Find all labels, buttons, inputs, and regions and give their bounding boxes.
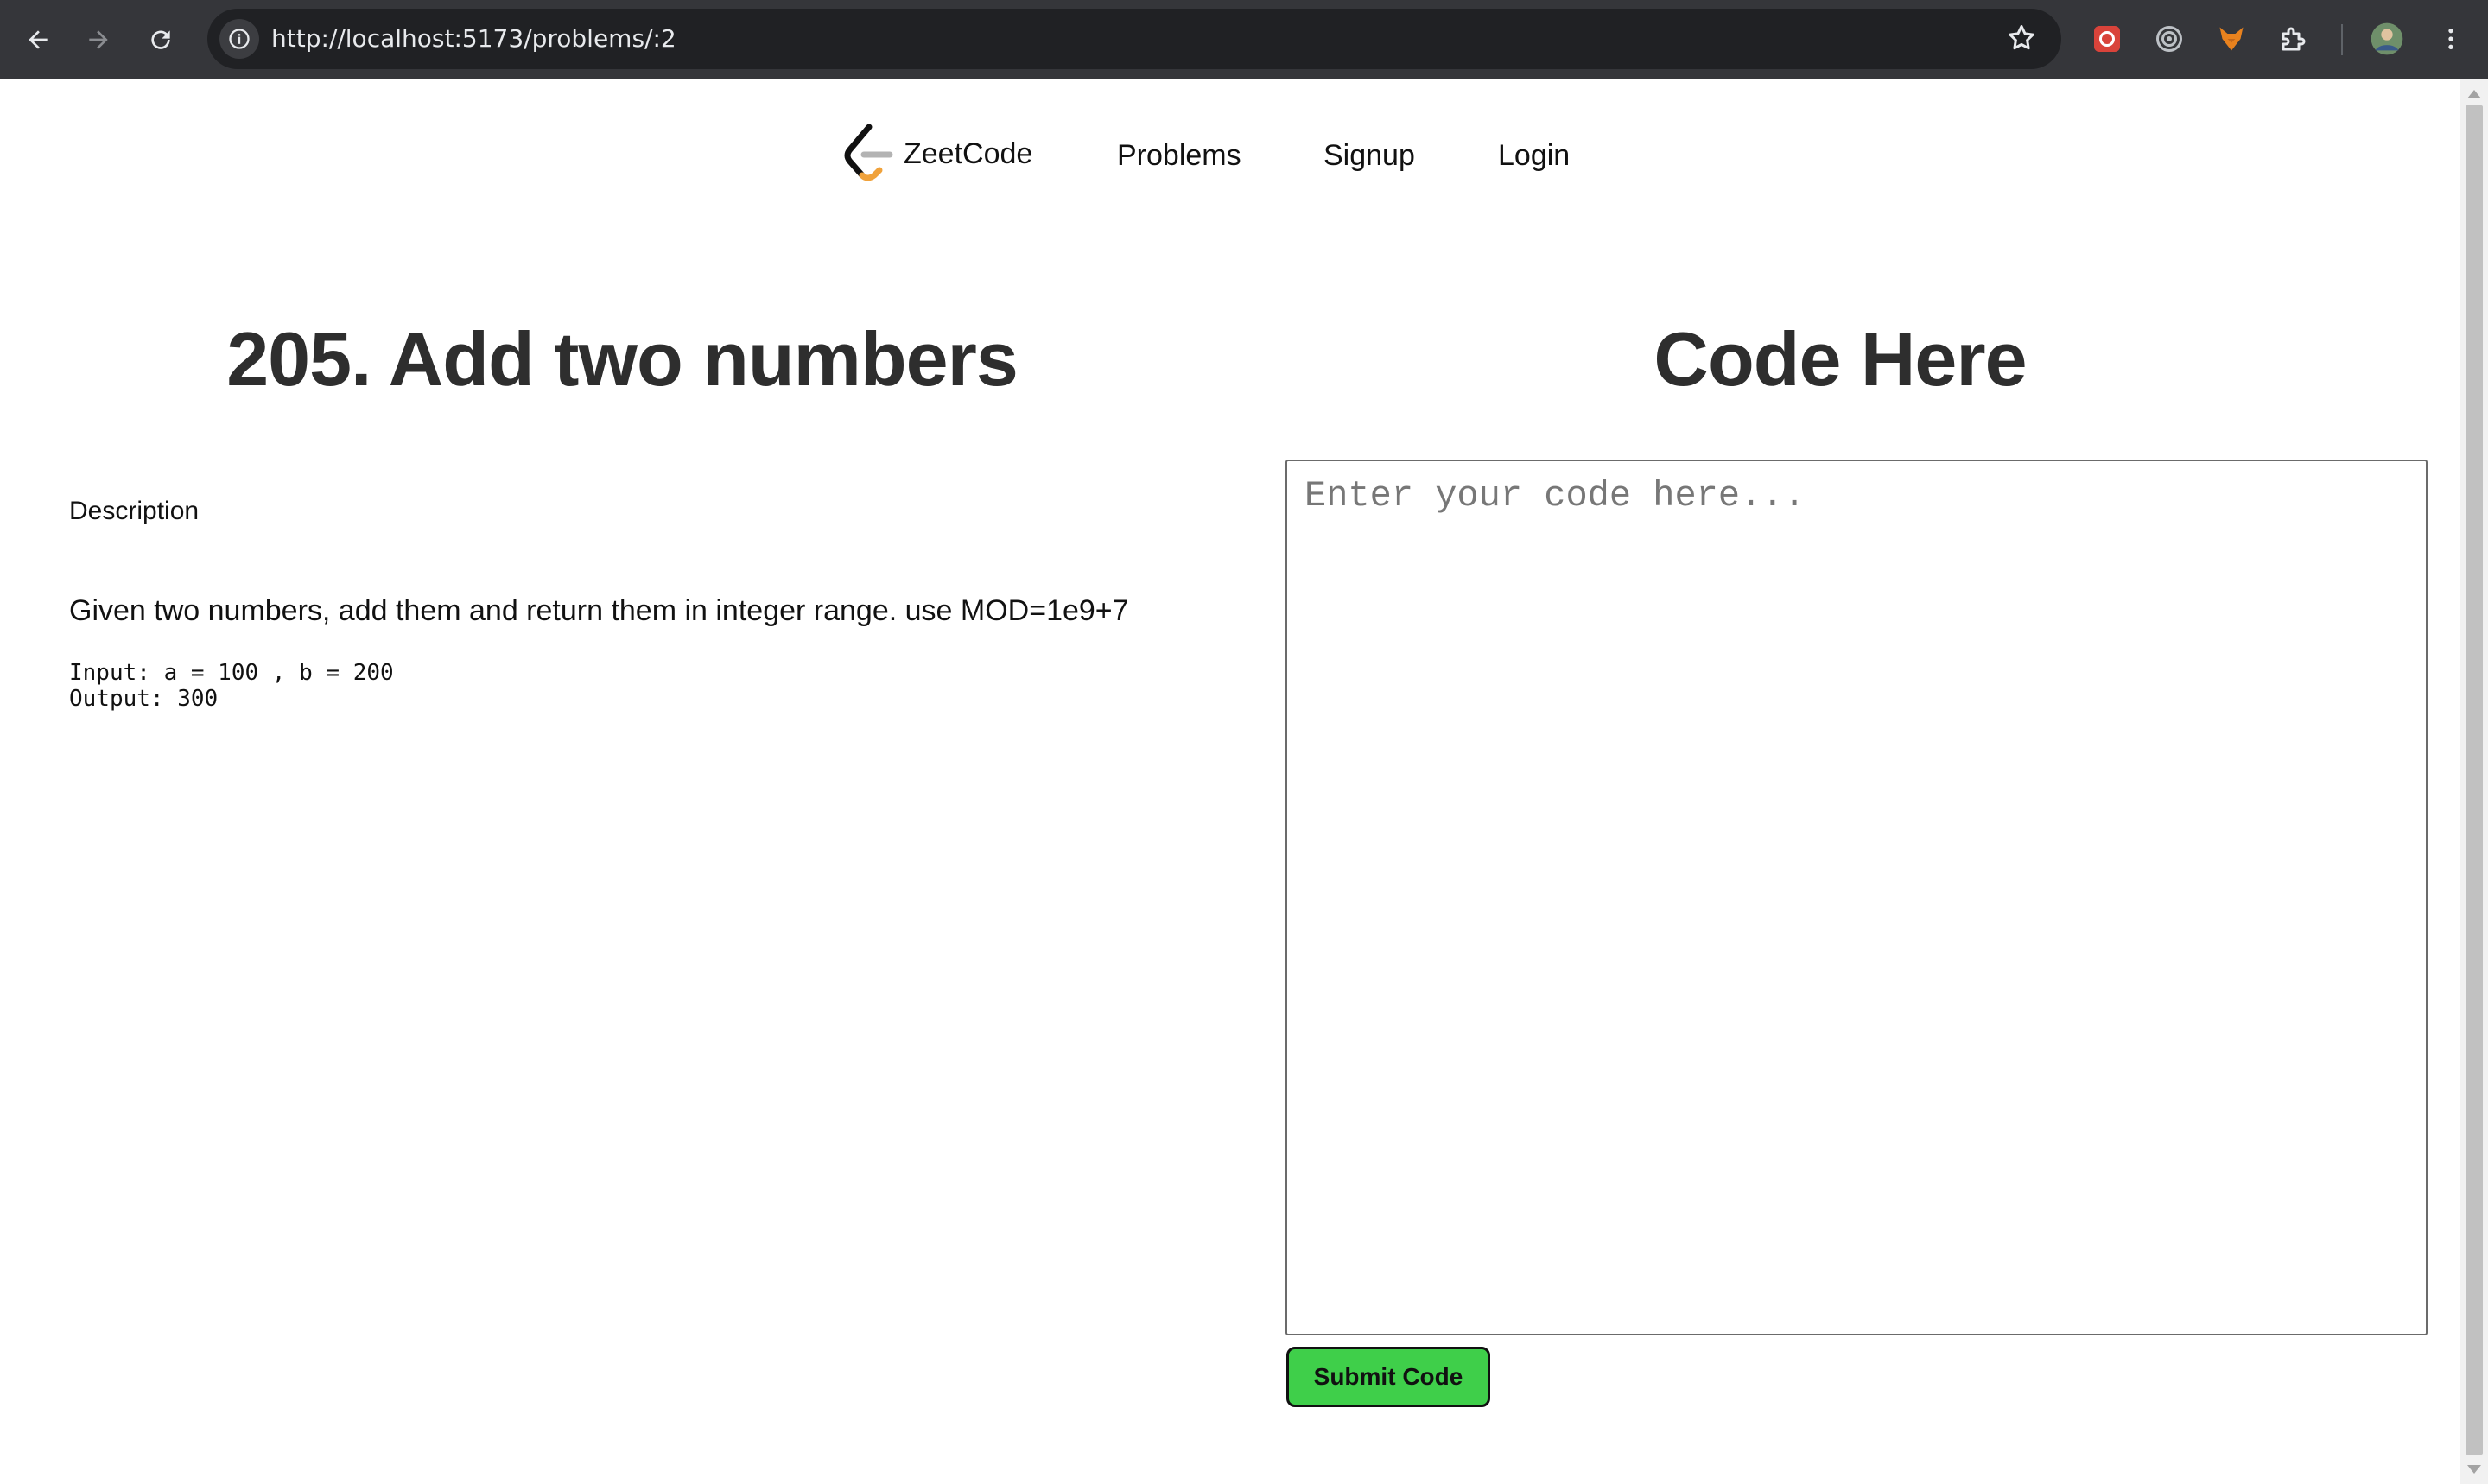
browser-toolbar: http://localhost:5173/problems/:2: [0, 0, 2488, 79]
url-text[interactable]: http://localhost:5173/problems/:2: [271, 9, 676, 69]
address-bar[interactable]: http://localhost:5173/problems/:2: [207, 9, 2061, 69]
nav-link-login[interactable]: Login: [1498, 138, 1570, 173]
extension-red-icon[interactable]: [2087, 19, 2127, 59]
nav-link-problems[interactable]: Problems: [1117, 138, 1241, 173]
editor-heading: Code Here: [1653, 316, 2027, 402]
site-navbar: ZeetCode Problems Signup Login: [0, 79, 2460, 231]
brand-link[interactable]: ZeetCode: [843, 119, 1032, 188]
more-menu-icon[interactable]: [2431, 19, 2471, 59]
problem-description: Given two numbers, add them and return t…: [69, 594, 1129, 627]
site-info-icon[interactable]: [219, 19, 259, 59]
nav-link-signup[interactable]: Signup: [1323, 138, 1415, 173]
scroll-up-arrow-icon[interactable]: [2467, 90, 2481, 98]
bookmark-star-icon[interactable]: [2006, 22, 2037, 58]
scrollbar-thumb[interactable]: [2466, 105, 2483, 1455]
example-input: Input: a = 100 , b = 200: [69, 660, 394, 686]
problem-title: 205. Add two numbers: [226, 316, 1019, 402]
forward-icon[interactable]: [76, 17, 121, 62]
toolbar-divider: [2341, 24, 2343, 55]
brand-name[interactable]: ZeetCode: [904, 137, 1032, 171]
profile-avatar[interactable]: [2367, 19, 2407, 59]
page-scrollbar[interactable]: [2460, 79, 2488, 1484]
zeetcode-logo-icon: [844, 124, 893, 181]
code-editor-input[interactable]: [1285, 460, 2428, 1335]
description-label: Description: [69, 497, 200, 525]
extension-puzzle-icon[interactable]: [2274, 19, 2313, 59]
reload-icon[interactable]: [138, 17, 183, 62]
problem-example: Input: a = 100 , b = 200 Output: 300: [69, 660, 394, 712]
extension-target-icon[interactable]: [2149, 19, 2189, 59]
back-icon[interactable]: [16, 17, 60, 62]
scroll-down-arrow-icon[interactable]: [2467, 1465, 2481, 1474]
extension-fox-icon[interactable]: [2212, 19, 2251, 59]
submit-code-button[interactable]: Submit Code: [1286, 1347, 1490, 1407]
example-output: Output: 300: [69, 686, 219, 712]
